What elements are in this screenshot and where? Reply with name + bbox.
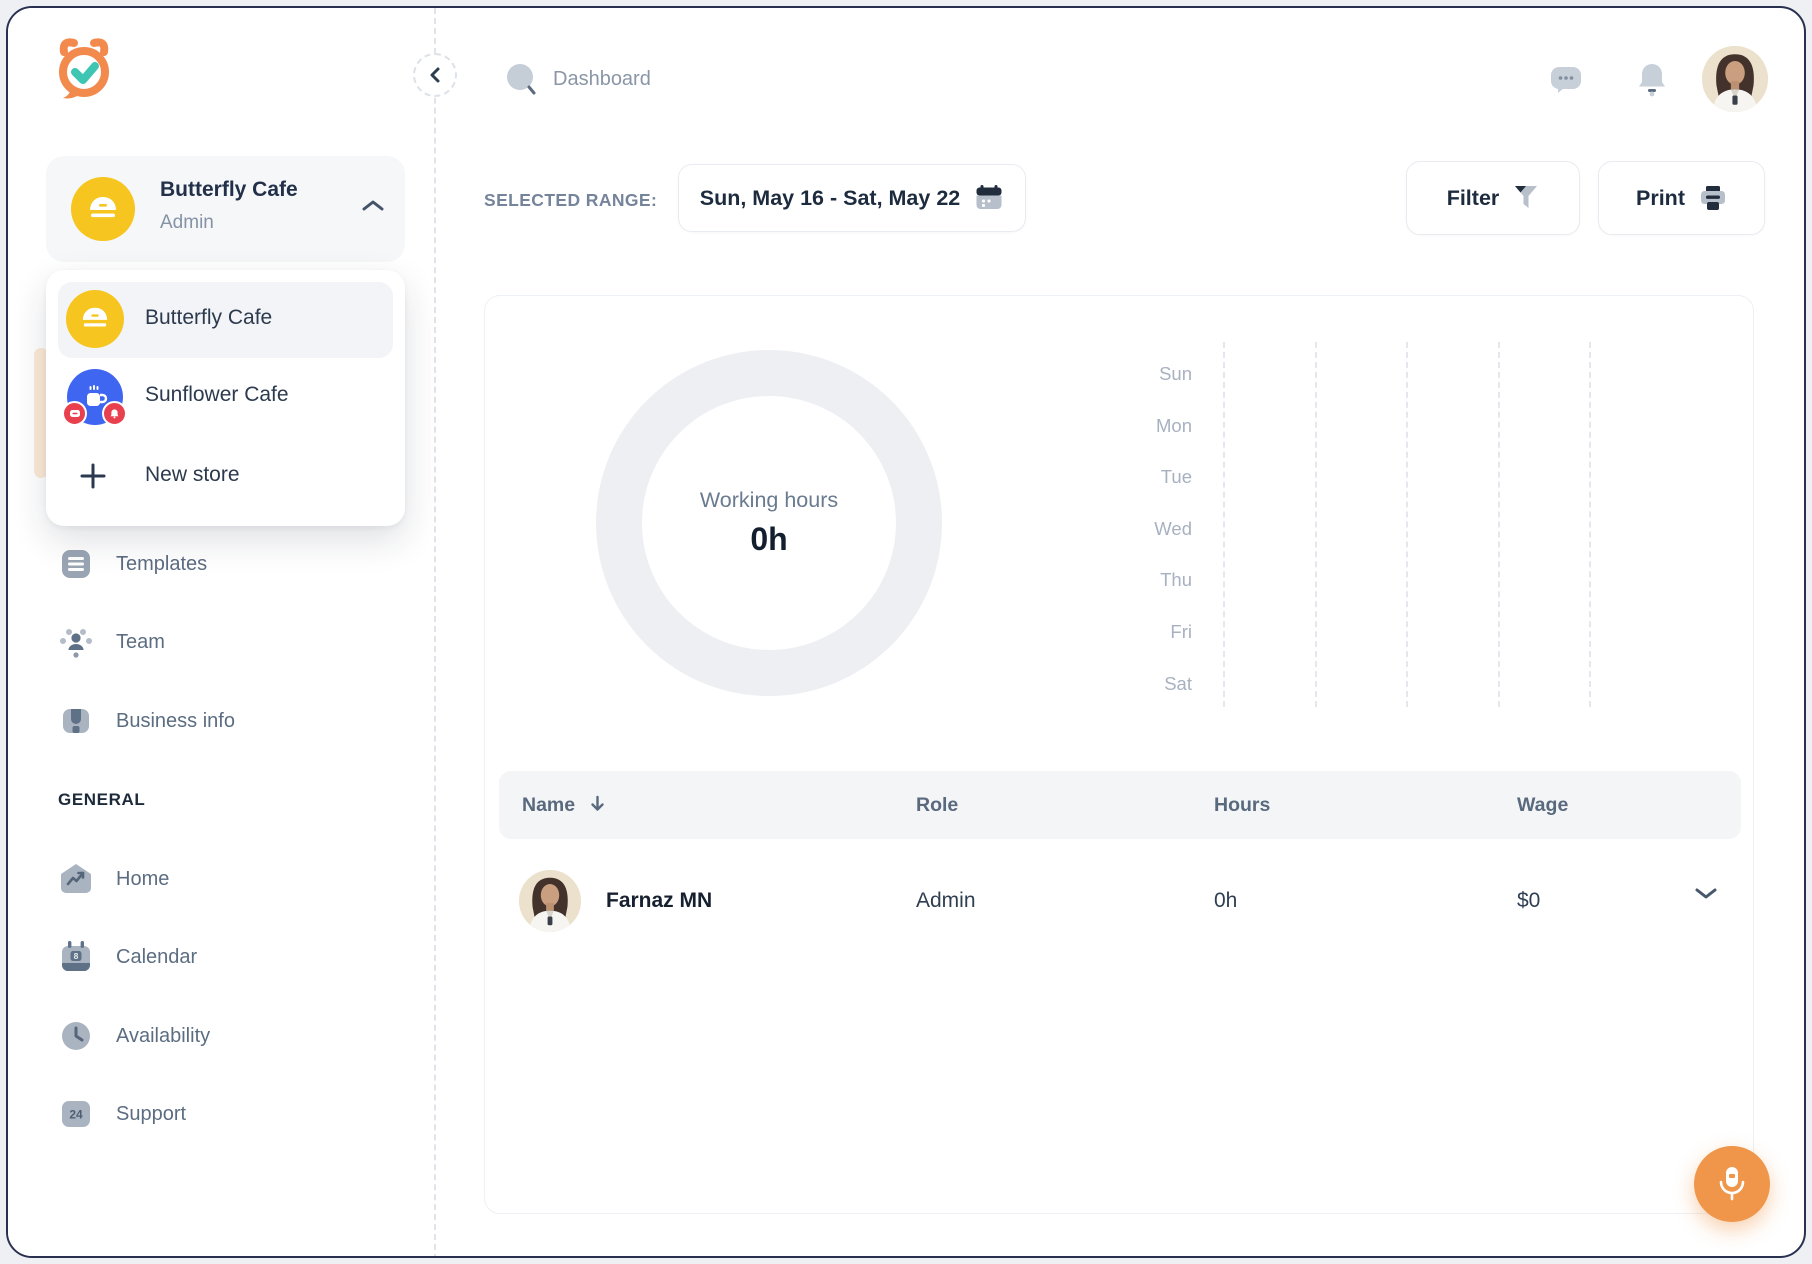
store-option-avatar (66, 290, 124, 348)
search-icon[interactable] (504, 62, 540, 98)
store-option-butterfly[interactable]: Butterfly Cafe (46, 282, 405, 358)
sidebar-item-label: Home (116, 851, 169, 907)
date-range-button[interactable]: Sun, May 16 - Sat, May 22 (678, 164, 1026, 232)
store-selector[interactable]: Butterfly Cafe Admin (46, 156, 405, 262)
store-name: Butterfly Cafe (160, 178, 298, 202)
sidebar-item-label: Business info (116, 693, 235, 749)
axis-tick: Mon (1095, 413, 1192, 439)
sidebar-item-templates[interactable]: Templates (8, 536, 436, 592)
cloche-icon (79, 305, 111, 333)
home-icon (58, 861, 94, 897)
user-avatar[interactable] (1702, 46, 1768, 112)
filter-button[interactable]: Filter (1406, 161, 1580, 235)
chat-icon[interactable] (1549, 64, 1583, 96)
voice-assistant-fab[interactable] (1694, 1146, 1770, 1222)
sidebar-item-business-info[interactable]: Business info (8, 693, 436, 749)
axis-tick: Tue (1095, 464, 1192, 490)
sidebar-item-support[interactable]: 24 Support (8, 1086, 436, 1142)
cloche-icon (86, 194, 120, 224)
calendar-icon: 8 (58, 939, 94, 975)
store-menu: Butterfly Cafe (46, 270, 405, 526)
message-badge (62, 401, 87, 426)
sidebar-item-home[interactable]: Home (8, 851, 436, 907)
column-header-role[interactable]: Role (916, 771, 958, 839)
axis-tick: Sat (1095, 671, 1192, 697)
print-button[interactable]: Print (1598, 161, 1765, 235)
axis-tick: Sun (1095, 361, 1192, 387)
column-header-label: Name (522, 794, 575, 816)
svg-text:24: 24 (69, 1108, 83, 1122)
store-option-sunflower[interactable]: Sunflower Cafe (46, 366, 405, 436)
notifications-bell-icon[interactable] (1636, 61, 1668, 97)
calendar-picker-icon (974, 183, 1004, 213)
sidebar: Butterfly Cafe Admin Butterfly Cafe (8, 8, 436, 1258)
weekday-axis: Sun Mon Tue Wed Thu Fri Sat (1095, 296, 1192, 716)
chat-badge-icon (69, 409, 81, 419)
donut-center-label: Working hours (700, 488, 838, 513)
team-icon (58, 624, 94, 660)
chevron-down-icon (1693, 885, 1719, 901)
sidebar-item-team[interactable]: Team (8, 614, 436, 670)
svg-text:8: 8 (74, 951, 79, 961)
chevron-up-icon (360, 198, 386, 214)
axis-tick: Fri (1095, 619, 1192, 645)
sidebar-item-label: Calendar (116, 929, 197, 985)
sidebar-section-heading: GENERAL (58, 790, 145, 810)
new-store-label: New store (145, 463, 240, 487)
sidebar-item-availability[interactable]: Availability (8, 1008, 436, 1064)
donut-center-value: 0h (750, 521, 787, 558)
sidebar-item-label: Templates (116, 536, 207, 592)
store-avatar (71, 177, 135, 241)
selected-range-label: SELECTED RANGE: (484, 190, 657, 211)
date-range-value: Sun, May 16 - Sat, May 22 (700, 186, 961, 211)
chart-gridline (1315, 342, 1317, 707)
support-24-icon: 24 (58, 1096, 94, 1132)
column-header-hours[interactable]: Hours (1214, 771, 1270, 839)
store-role: Admin (160, 212, 214, 234)
chart-gridline (1223, 342, 1225, 707)
filter-funnel-icon (1513, 184, 1539, 212)
cell-wage: $0 (1517, 867, 1540, 935)
axis-tick: Thu (1095, 567, 1192, 593)
store-option-label: Butterfly Cafe (145, 306, 272, 330)
sidebar-item-calendar[interactable]: 8 Calendar (8, 929, 436, 985)
table-row: Farnaz MN Admin 0h $0 (485, 851, 1755, 951)
chart-gridline (1406, 342, 1408, 707)
alert-badge (102, 401, 127, 426)
employee-avatar (519, 870, 581, 932)
sidebar-item-label: Team (116, 614, 165, 670)
chart-gridline (1498, 342, 1500, 707)
working-hours-donut-chart: Working hours 0h (596, 350, 942, 696)
axis-tick: Wed (1095, 516, 1192, 542)
sort-down-icon (589, 795, 606, 813)
app-logo (52, 36, 116, 102)
cell-hours: 0h (1214, 867, 1237, 935)
sidebar-item-label: Support (116, 1086, 186, 1142)
row-expand-button[interactable] (1693, 885, 1725, 917)
alarm-clock-logo-icon (52, 36, 116, 102)
dashboard-panel: Working hours 0h Sun Mon Tue Wed Thu Fri… (484, 295, 1754, 1214)
printer-icon (1699, 184, 1727, 212)
column-header-wage[interactable]: Wage (1517, 771, 1568, 839)
print-button-label: Print (1636, 186, 1685, 211)
clock-icon (58, 1018, 94, 1054)
store-option-label: Sunflower Cafe (145, 383, 289, 407)
filter-button-label: Filter (1447, 186, 1500, 211)
chevron-left-icon (428, 66, 442, 84)
bell-badge-icon (109, 408, 120, 419)
new-store-button[interactable]: New store (46, 446, 405, 508)
cell-role: Admin (916, 867, 976, 935)
cell-name: Farnaz MN (606, 867, 712, 935)
templates-icon (58, 546, 94, 582)
sidebar-collapse-button[interactable] (413, 53, 457, 97)
microphone-icon (1715, 1165, 1749, 1203)
app-window: Butterfly Cafe Admin Butterfly Cafe (6, 6, 1806, 1258)
storefront-icon (58, 703, 94, 739)
page-title: Dashboard (553, 68, 651, 91)
plus-icon (78, 461, 108, 491)
chart-gridline (1589, 342, 1591, 707)
column-header-name[interactable]: Name (522, 771, 606, 839)
sidebar-item-label: Availability (116, 1008, 210, 1064)
